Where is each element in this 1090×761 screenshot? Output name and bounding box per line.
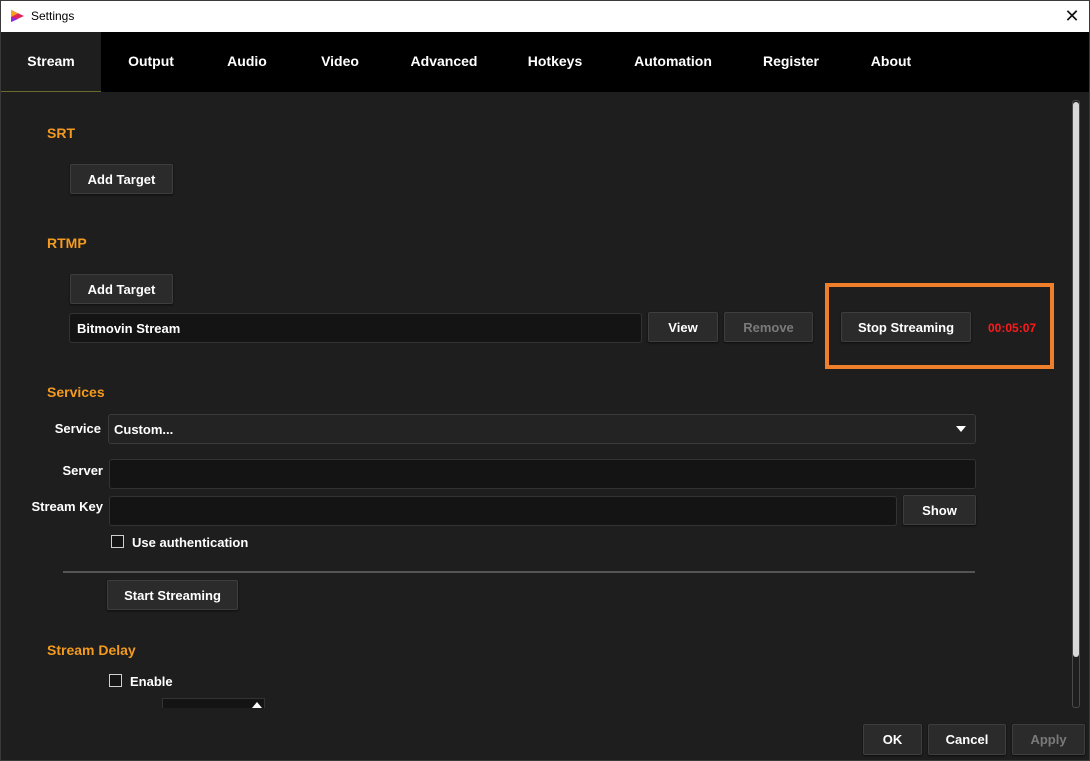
srt-add-target-button[interactable]: Add Target	[70, 164, 173, 194]
apply-button[interactable]: Apply	[1012, 724, 1085, 755]
tab-automation[interactable]: Automation	[623, 32, 723, 92]
ok-button[interactable]: OK	[863, 724, 922, 755]
server-label: Server	[62, 463, 103, 478]
service-label: Service	[54, 421, 101, 436]
scrollbar-thumb[interactable]	[1073, 102, 1079, 657]
stream-delay-heading: Stream Delay	[47, 642, 136, 658]
enable-delay-label: Enable	[130, 674, 173, 689]
title-bar: Settings ✕	[1, 1, 1089, 32]
server-input[interactable]	[109, 459, 976, 489]
view-button[interactable]: View	[648, 312, 718, 342]
tab-advanced[interactable]: Advanced	[399, 32, 489, 92]
tab-bar: Stream Output Audio Video Advanced Hotke…	[1, 32, 1089, 92]
settings-window: Settings ✕ Stream Output Audio Video Adv…	[0, 0, 1090, 761]
tab-hotkeys[interactable]: Hotkeys	[514, 32, 596, 92]
service-select[interactable]: Custom...	[108, 414, 976, 444]
stream-elapsed-timer: 00:05:07	[988, 321, 1037, 335]
stream-key-input[interactable]	[109, 496, 897, 526]
spin-up-icon[interactable]	[252, 702, 262, 708]
cancel-button[interactable]: Cancel	[928, 724, 1006, 755]
use-authentication-checkbox[interactable]	[111, 535, 124, 548]
srt-heading: SRT	[47, 125, 75, 141]
delay-spinbox[interactable]	[162, 698, 265, 708]
remove-button[interactable]: Remove	[724, 312, 813, 342]
tab-stream[interactable]: Stream	[1, 32, 101, 92]
stream-key-label: Stream Key	[31, 499, 103, 514]
start-streaming-button[interactable]: Start Streaming	[107, 580, 238, 610]
tab-video[interactable]: Video	[299, 32, 381, 92]
stop-streaming-button[interactable]: Stop Streaming	[841, 312, 971, 342]
service-select-value: Custom...	[114, 421, 174, 437]
enable-delay-checkbox[interactable]	[109, 674, 122, 687]
services-heading: Services	[47, 384, 105, 400]
rtmp-target-name[interactable]: Bitmovin Stream	[69, 313, 642, 343]
tab-output[interactable]: Output	[106, 32, 196, 92]
window-title: Settings	[31, 9, 75, 23]
app-logo-icon	[10, 9, 26, 23]
tab-register[interactable]: Register	[749, 32, 833, 92]
tab-about[interactable]: About	[856, 32, 926, 92]
use-authentication-label: Use authentication	[132, 535, 249, 550]
tab-audio[interactable]: Audio	[207, 32, 287, 92]
close-icon[interactable]: ✕	[1055, 1, 1089, 32]
rtmp-add-target-button[interactable]: Add Target	[70, 274, 173, 304]
divider	[63, 571, 975, 573]
show-stream-key-button[interactable]: Show	[903, 495, 976, 525]
chevron-down-icon	[956, 426, 966, 432]
rtmp-heading: RTMP	[47, 235, 87, 251]
